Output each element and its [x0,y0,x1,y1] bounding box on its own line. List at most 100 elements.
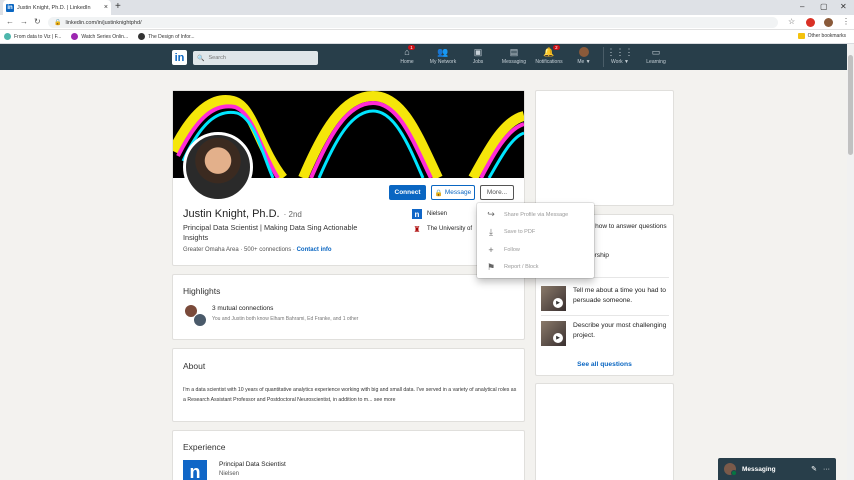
lock-icon: 🔒 [54,20,62,26]
ad-card-2 [535,383,674,480]
more-actions-dropdown: ↪ Share Profile via Message ⤓ Save to PDF … [477,203,594,278]
mutual-connections-desc: You and Justin both know Elham Bahrami, … [212,316,359,322]
dropdown-item-report[interactable]: ⚑ Report / Block [477,259,594,277]
back-icon[interactable]: ← [6,17,14,26]
nav-learning[interactable]: ▭ Learning [639,47,673,65]
message-button[interactable]: 🔒 Message [431,185,475,200]
question-avatar: ▶ [541,286,566,311]
mutual-connections-title[interactable]: 3 mutual connections [212,305,273,312]
experience-title: Experience [183,442,226,452]
see-all-questions-link[interactable]: See all questions [535,361,674,368]
nav-home[interactable]: ⌂ 1 Home [390,45,424,65]
minimize-button[interactable]: – [800,2,804,11]
play-icon: ▶ [553,333,563,343]
bookmark-favicon-icon [71,33,79,40]
jobs-icon: ▣ [473,47,483,57]
bookmark-item[interactable]: From data to Viz | F... [4,33,61,40]
share-icon: ↪ [487,209,495,220]
bookmark-favicon-icon [4,33,11,40]
dropdown-item-follow[interactable]: + Follow [477,241,594,259]
forward-icon[interactable]: → [20,17,28,26]
bookmark-item[interactable]: Watch Series Onlin... [71,33,128,40]
download-icon: ⤓ [489,226,493,237]
home-badge: 1 [408,45,415,50]
compose-icon[interactable]: ✎ [811,465,817,473]
ad-card [535,90,674,206]
lock-icon: 🔒 [434,189,443,197]
mutual-avatars[interactable] [185,305,207,327]
messaging-label: Messaging [742,465,776,473]
notifications-badge: 2 [553,45,560,50]
nav-my-network[interactable]: 👥 My Network [426,47,460,65]
question-item[interactable]: ▶ Describe your most challenging project… [541,321,669,346]
highlights-title: Highlights [183,286,221,296]
avatar [193,313,207,327]
bookmarks-bar: From data to Viz | F... Watch Series Onl… [0,30,854,44]
avatar-icon [579,47,589,59]
current-company[interactable]: n Nielsen [412,209,447,219]
new-tab-button[interactable]: + [115,1,121,12]
nav-messaging[interactable]: ▤ Messaging [497,47,531,65]
linkedin-logo[interactable]: in [172,50,187,65]
more-button[interactable]: More... [480,185,514,200]
star-icon[interactable]: ☆ [788,17,795,26]
linkedin-favicon-icon: in [6,3,14,12]
dropdown-item-save-pdf[interactable]: ⤓ Save to PDF [477,224,594,242]
other-bookmarks[interactable]: Other bookmarks [797,33,846,39]
scrollbar-thumb[interactable] [848,55,853,155]
grid-icon: ⋮⋮⋮ [606,47,634,57]
nav-notifications[interactable]: 🔔 2 Notifications [532,45,566,65]
bookmark-favicon-icon [138,33,146,40]
reload-icon[interactable]: ↻ [34,17,41,26]
messaging-icon: ▤ [509,47,519,57]
connections-count[interactable]: 500+ connections [244,247,291,253]
experience-company: Nielsen [219,471,240,477]
bell-icon: 🔔 2 [543,45,560,57]
more-icon[interactable]: ··· [823,466,830,473]
profile-name: Justin Knight, Ph.D. · 2nd [183,208,302,220]
nav-work[interactable]: ⋮⋮⋮ Work ▼ [603,47,637,65]
avatar [724,463,737,476]
nielsen-logo: n [412,209,422,219]
education-school[interactable]: ♜ The University of [412,224,472,234]
url-text: linkedin.com/in/justinknightphd/ [65,19,142,26]
question-item[interactable]: ▶ Tell me about a time you had to persua… [541,286,669,311]
learning-icon: ▭ [651,47,661,57]
location: Greater Omaha Area [183,247,239,253]
school-logo: ♜ [413,224,421,234]
home-icon: ⌂ 1 [404,45,415,57]
browser-tab[interactable]: in Justin Knight, Ph.D. | LinkedIn × [3,0,111,15]
url-bar[interactable]: 🔒 linkedin.com/in/justinknightphd/ [48,17,778,28]
nav-jobs[interactable]: ▣ Jobs [461,47,495,65]
network-icon: 👥 [437,47,449,57]
nav-me[interactable]: Me ▼ [567,47,601,65]
profile-photo[interactable] [183,132,253,202]
extension-icon[interactable] [806,18,815,27]
menu-kebab-icon[interactable]: ⋮ [842,17,850,26]
question-avatar: ▶ [541,321,566,346]
dropdown-item-share[interactable]: ↪ Share Profile via Message [477,206,594,224]
about-title: About [183,361,206,371]
about-text: I'm a data scientist with 10 years of qu… [183,387,517,403]
connect-button[interactable]: Connect [389,185,426,200]
search-icon: 🔍 [197,55,205,62]
profile-headline: Principal Data Scientist | Making Data S… [183,223,358,242]
browser-tab-bar [0,0,854,15]
contact-info-link[interactable]: Contact info [297,247,332,253]
bookmark-item[interactable]: The Design of Infor... [138,33,195,40]
nielsen-logo[interactable]: n [183,460,207,480]
profile-avatar-icon[interactable] [824,18,833,27]
plus-icon: + [488,244,494,255]
messaging-bar[interactable]: Messaging ✎ ··· [718,458,836,480]
search-box[interactable]: 🔍 [193,51,318,65]
profile-location-line: Greater Omaha Area · 500+ connections · … [183,247,332,253]
flag-icon: ⚑ [486,261,496,272]
search-input[interactable] [208,55,309,61]
tab-close-icon[interactable]: × [104,4,108,11]
see-more-link[interactable]: see more [374,397,396,403]
experience-role[interactable]: Principal Data Scientist [219,461,286,468]
window-close-button[interactable]: ✕ [840,2,847,11]
folder-icon [797,33,805,39]
divider [541,315,669,316]
maximize-button[interactable]: ▢ [820,2,828,11]
